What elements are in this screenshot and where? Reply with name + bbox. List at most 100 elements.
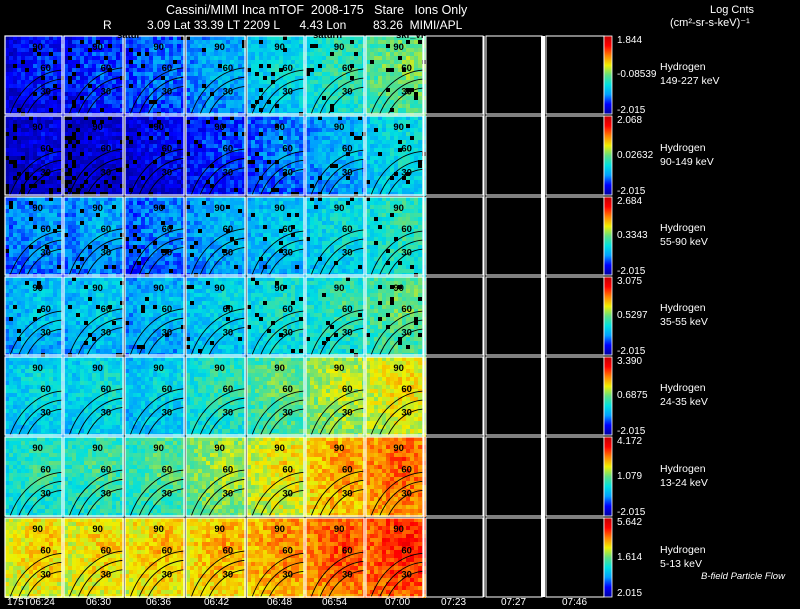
contour-label: 60 [101,384,112,395]
contour-label: 60 [162,224,173,235]
empty-panel [426,116,483,195]
contour-label: 90 [334,443,345,454]
image-panel: 906030 [366,36,426,116]
contour-label: 90 [214,203,225,214]
contour-label: 30 [40,488,51,499]
contour-label: 90 [274,443,285,454]
contour-label: 60 [401,224,412,235]
empty-panel [426,36,483,114]
contour-label: 90 [274,122,285,133]
image-panel: 906030 [366,437,426,517]
empty-panel [546,357,604,435]
contour-label: 30 [162,408,173,419]
overlay-label-saturn: saturn [313,30,342,41]
contour-label: 90 [334,524,345,535]
contour-label: 90 [153,443,164,454]
contour-label: 60 [401,465,412,476]
contour-label: 90 [393,524,404,535]
contour-label: 90 [214,524,225,535]
contour-label: 60 [342,384,353,395]
image-panel: 906030 [125,197,185,277]
units-title: Log Cnts [710,4,754,17]
contour-label: 30 [223,328,234,339]
image-panel: 906030 [64,518,124,598]
contour-label: 30 [162,248,173,259]
empty-panel [426,277,483,355]
contour-label: 90 [334,363,345,374]
image-panel: 906030 [306,116,366,196]
image-panel: 906030 [366,277,426,357]
time-label: 07:23 [441,597,466,608]
image-panel: 906030 [306,36,366,116]
contour-label: 90 [393,363,404,374]
contour-label: 90 [214,443,225,454]
contour-label: 90 [393,443,404,454]
empty-panel [486,116,542,195]
contour-label: 30 [401,569,412,580]
contour-label: 30 [223,408,234,419]
image-panel: 906030 [247,437,307,517]
empty-panel [486,36,542,114]
empty-panel [546,36,604,114]
contour-label: 90 [334,42,345,53]
energy-label: 55-90 keV [660,236,708,248]
contour-label: 90 [393,122,404,133]
contour-label: 30 [342,488,353,499]
colorbar-max-label: 5.642 [617,517,642,528]
contour-label: 30 [40,328,51,339]
empty-panel [426,437,483,516]
contour-label: 60 [282,304,293,315]
empty-panel [426,518,483,597]
image-panel: 906030 [366,518,426,598]
image-panel: 906030 [5,116,65,196]
empty-panel [486,197,542,275]
contour-label: 90 [274,524,285,535]
species-label: Hydrogen [660,544,706,556]
empty-panel [546,518,604,597]
contour-label: 90 [32,203,43,214]
contour-label: 90 [274,283,285,294]
image-panel: 906030 [5,277,65,357]
contour-label: 90 [214,363,225,374]
contour-label: 90 [32,283,43,294]
time-label: 06:54 [322,597,347,608]
image-panel: 906030 [186,197,246,277]
colorbar [604,197,612,275]
empty-panel [546,277,604,355]
colorbar [604,116,612,195]
contour-label: 60 [342,465,353,476]
empty-panel [426,357,483,435]
contour-label: 90 [92,443,103,454]
colorbar-mid-label: 0.3343 [617,230,648,241]
contour-label: 60 [342,546,353,557]
time-label: 07:46 [562,597,587,608]
contour-label: 60 [282,384,293,395]
empty-panel [486,518,542,597]
image-panel: 90 60 30 [306,357,366,437]
colorbar-mid-label: 0.5297 [617,310,648,321]
contour-label: 60 [282,546,293,557]
colorbar-max-label: 1.844 [617,35,642,46]
empty-panel [486,357,542,435]
empty-panel [426,197,483,275]
contour-label: 30 [162,488,173,499]
contour-label: 30 [101,408,112,419]
image-panel: 906030 [5,437,65,517]
time-label: 07:27 [501,597,526,608]
contour-label: 90 [274,42,285,53]
contour-label: 60 [223,224,234,235]
contour-label: 90 [214,122,225,133]
species-label: Hydrogen [660,61,706,73]
contour-label: 60 [101,144,112,155]
colorbar-max-label: 3.390 [617,356,642,367]
contour-label: 30 [401,408,412,419]
contour-label: 30 [101,569,112,580]
image-panel: 906030 [64,197,124,277]
empty-panel [546,437,604,516]
contour-label: 30 [401,328,412,339]
colorbar-mid-label: 1.614 [617,552,642,563]
image-panel: 906030 [125,357,185,437]
colorbar [604,357,612,435]
contour-label: 30 [162,87,173,98]
contour-label: 30 [342,408,353,419]
